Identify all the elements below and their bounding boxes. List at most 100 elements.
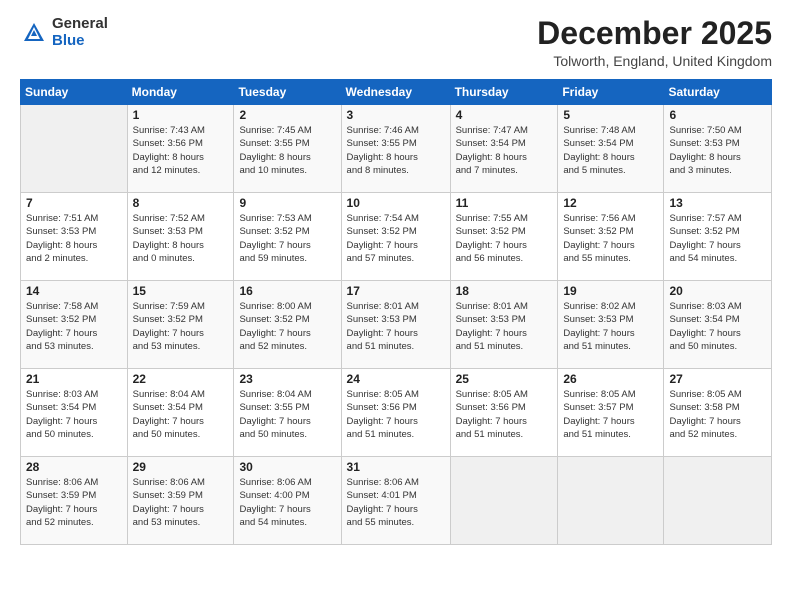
calendar-week-row-3: 21Sunrise: 8:03 AMSunset: 3:54 PMDayligh… bbox=[21, 369, 772, 457]
logo-text: General Blue bbox=[52, 16, 108, 49]
day-info: Sunrise: 7:58 AMSunset: 3:52 PMDaylight:… bbox=[26, 300, 122, 353]
day-info: Sunrise: 7:45 AMSunset: 3:55 PMDaylight:… bbox=[239, 124, 335, 177]
day-info: Sunrise: 7:50 AMSunset: 3:53 PMDaylight:… bbox=[669, 124, 766, 177]
calendar-cell: 31 Sunrise: 8:06 AMSunset: 4:01 PMDayligh… bbox=[341, 457, 450, 545]
day-number: 27 bbox=[669, 372, 766, 386]
logo-icon bbox=[20, 19, 48, 47]
calendar-header-row: SundayMondayTuesdayWednesdayThursdayFrid… bbox=[21, 80, 772, 105]
day-info: Sunrise: 7:51 AMSunset: 3:53 PMDaylight:… bbox=[26, 212, 122, 265]
day-info: Sunrise: 7:48 AMSunset: 3:54 PMDaylight:… bbox=[563, 124, 658, 177]
day-info: Sunrise: 8:05 AMSunset: 3:56 PMDaylight:… bbox=[456, 388, 553, 441]
day-info: Sunrise: 7:47 AMSunset: 3:54 PMDaylight:… bbox=[456, 124, 553, 177]
day-info: Sunrise: 7:56 AMSunset: 3:52 PMDaylight:… bbox=[563, 212, 658, 265]
day-number: 17 bbox=[347, 284, 445, 298]
day-number: 22 bbox=[133, 372, 229, 386]
calendar-header-wednesday: Wednesday bbox=[341, 80, 450, 105]
calendar-cell: 16 Sunrise: 8:00 AMSunset: 3:52 PMDayligh… bbox=[234, 281, 341, 369]
day-info: Sunrise: 8:05 AMSunset: 3:57 PMDaylight:… bbox=[563, 388, 658, 441]
calendar-cell: 24 Sunrise: 8:05 AMSunset: 3:56 PMDayligh… bbox=[341, 369, 450, 457]
calendar-cell: 20 Sunrise: 8:03 AMSunset: 3:54 PMDayligh… bbox=[664, 281, 772, 369]
day-number: 14 bbox=[26, 284, 122, 298]
calendar-cell: 2 Sunrise: 7:45 AMSunset: 3:55 PMDaylight… bbox=[234, 105, 341, 193]
day-info: Sunrise: 8:02 AMSunset: 3:53 PMDaylight:… bbox=[563, 300, 658, 353]
day-number: 2 bbox=[239, 108, 335, 122]
day-number: 30 bbox=[239, 460, 335, 474]
day-number: 19 bbox=[563, 284, 658, 298]
day-number: 20 bbox=[669, 284, 766, 298]
day-number: 10 bbox=[347, 196, 445, 210]
calendar-cell bbox=[558, 457, 664, 545]
day-number: 25 bbox=[456, 372, 553, 386]
day-info: Sunrise: 7:53 AMSunset: 3:52 PMDaylight:… bbox=[239, 212, 335, 265]
day-info: Sunrise: 7:54 AMSunset: 3:52 PMDaylight:… bbox=[347, 212, 445, 265]
calendar-cell: 17 Sunrise: 8:01 AMSunset: 3:53 PMDayligh… bbox=[341, 281, 450, 369]
day-number: 31 bbox=[347, 460, 445, 474]
calendar-cell: 25 Sunrise: 8:05 AMSunset: 3:56 PMDayligh… bbox=[450, 369, 558, 457]
calendar-cell: 10 Sunrise: 7:54 AMSunset: 3:52 PMDayligh… bbox=[341, 193, 450, 281]
calendar-week-row-2: 14 Sunrise: 7:58 AMSunset: 3:52 PMDayligh… bbox=[21, 281, 772, 369]
day-info: Sunrise: 7:52 AMSunset: 3:53 PMDaylight:… bbox=[133, 212, 229, 265]
calendar-cell: 4 Sunrise: 7:47 AMSunset: 3:54 PMDaylight… bbox=[450, 105, 558, 193]
day-number: 6 bbox=[669, 108, 766, 122]
header: General Blue December 2025 Tolworth, Eng… bbox=[20, 16, 772, 69]
calendar-header-sunday: Sunday bbox=[21, 80, 128, 105]
calendar-cell: 26 Sunrise: 8:05 AMSunset: 3:57 PMDayligh… bbox=[558, 369, 664, 457]
calendar-cell: 8 Sunrise: 7:52 AMSunset: 3:53 PMDaylight… bbox=[127, 193, 234, 281]
calendar-cell: 1Sunrise: 7:43 AMSunset: 3:56 PMDaylight… bbox=[127, 105, 234, 193]
day-info: Sunrise: 7:59 AMSunset: 3:52 PMDaylight:… bbox=[133, 300, 229, 353]
calendar-week-row-4: 28 Sunrise: 8:06 AMSunset: 3:59 PMDayligh… bbox=[21, 457, 772, 545]
calendar-cell: 19 Sunrise: 8:02 AMSunset: 3:53 PMDayligh… bbox=[558, 281, 664, 369]
day-info: Sunrise: 8:00 AMSunset: 3:52 PMDaylight:… bbox=[239, 300, 335, 353]
calendar-cell bbox=[664, 457, 772, 545]
calendar-header-monday: Monday bbox=[127, 80, 234, 105]
day-info: Sunrise: 8:05 AMSunset: 3:56 PMDaylight:… bbox=[347, 388, 445, 441]
calendar-cell: 15Sunrise: 7:59 AMSunset: 3:52 PMDayligh… bbox=[127, 281, 234, 369]
calendar-header-saturday: Saturday bbox=[664, 80, 772, 105]
day-number: 24 bbox=[347, 372, 445, 386]
calendar-cell bbox=[450, 457, 558, 545]
calendar-week-row-1: 7Sunrise: 7:51 AMSunset: 3:53 PMDaylight… bbox=[21, 193, 772, 281]
day-info: Sunrise: 8:06 AMSunset: 4:01 PMDaylight:… bbox=[347, 476, 445, 529]
day-info: Sunrise: 8:04 AMSunset: 3:55 PMDaylight:… bbox=[239, 388, 335, 441]
month-title: December 2025 bbox=[537, 16, 772, 51]
calendar-cell: 21Sunrise: 8:03 AMSunset: 3:54 PMDayligh… bbox=[21, 369, 128, 457]
day-number: 13 bbox=[669, 196, 766, 210]
day-number: 23 bbox=[239, 372, 335, 386]
calendar-cell: 23 Sunrise: 8:04 AMSunset: 3:55 PMDayligh… bbox=[234, 369, 341, 457]
day-info: Sunrise: 8:01 AMSunset: 3:53 PMDaylight:… bbox=[456, 300, 553, 353]
day-info: Sunrise: 8:06 AMSunset: 4:00 PMDaylight:… bbox=[239, 476, 335, 529]
logo-general-label: General bbox=[52, 16, 108, 33]
calendar-cell: 14 Sunrise: 7:58 AMSunset: 3:52 PMDayligh… bbox=[21, 281, 128, 369]
calendar-cell: 9 Sunrise: 7:53 AMSunset: 3:52 PMDaylight… bbox=[234, 193, 341, 281]
calendar-header-thursday: Thursday bbox=[450, 80, 558, 105]
day-number: 12 bbox=[563, 196, 658, 210]
day-number: 3 bbox=[347, 108, 445, 122]
day-info: Sunrise: 7:46 AMSunset: 3:55 PMDaylight:… bbox=[347, 124, 445, 177]
day-info: Sunrise: 8:05 AMSunset: 3:58 PMDaylight:… bbox=[669, 388, 766, 441]
day-info: Sunrise: 8:01 AMSunset: 3:53 PMDaylight:… bbox=[347, 300, 445, 353]
calendar-cell: 30 Sunrise: 8:06 AMSunset: 4:00 PMDayligh… bbox=[234, 457, 341, 545]
day-number: 16 bbox=[239, 284, 335, 298]
calendar-cell: 3 Sunrise: 7:46 AMSunset: 3:55 PMDaylight… bbox=[341, 105, 450, 193]
location: Tolworth, England, United Kingdom bbox=[537, 53, 772, 69]
calendar-cell: 27 Sunrise: 8:05 AMSunset: 3:58 PMDayligh… bbox=[664, 369, 772, 457]
calendar-cell: 22 Sunrise: 8:04 AMSunset: 3:54 PMDayligh… bbox=[127, 369, 234, 457]
day-number: 28 bbox=[26, 460, 122, 474]
calendar-cell: 13Sunrise: 7:57 AMSunset: 3:52 PMDayligh… bbox=[664, 193, 772, 281]
calendar-cell: 6 Sunrise: 7:50 AMSunset: 3:53 PMDaylight… bbox=[664, 105, 772, 193]
title-block: December 2025 Tolworth, England, United … bbox=[537, 16, 772, 69]
day-number: 8 bbox=[133, 196, 229, 210]
day-info: Sunrise: 8:03 AMSunset: 3:54 PMDaylight:… bbox=[669, 300, 766, 353]
calendar-week-row-0: 1Sunrise: 7:43 AMSunset: 3:56 PMDaylight… bbox=[21, 105, 772, 193]
calendar-cell bbox=[21, 105, 128, 193]
calendar-cell: 18Sunrise: 8:01 AMSunset: 3:53 PMDayligh… bbox=[450, 281, 558, 369]
day-number: 26 bbox=[563, 372, 658, 386]
day-info: Sunrise: 8:04 AMSunset: 3:54 PMDaylight:… bbox=[133, 388, 229, 441]
day-info: Sunrise: 8:06 AMSunset: 3:59 PMDaylight:… bbox=[133, 476, 229, 529]
calendar-cell: 11Sunrise: 7:55 AMSunset: 3:52 PMDayligh… bbox=[450, 193, 558, 281]
day-info: Sunrise: 8:03 AMSunset: 3:54 PMDaylight:… bbox=[26, 388, 122, 441]
day-number: 4 bbox=[456, 108, 553, 122]
day-number: 9 bbox=[239, 196, 335, 210]
calendar-cell: 12 Sunrise: 7:56 AMSunset: 3:52 PMDayligh… bbox=[558, 193, 664, 281]
calendar-cell: 5Sunrise: 7:48 AMSunset: 3:54 PMDaylight… bbox=[558, 105, 664, 193]
